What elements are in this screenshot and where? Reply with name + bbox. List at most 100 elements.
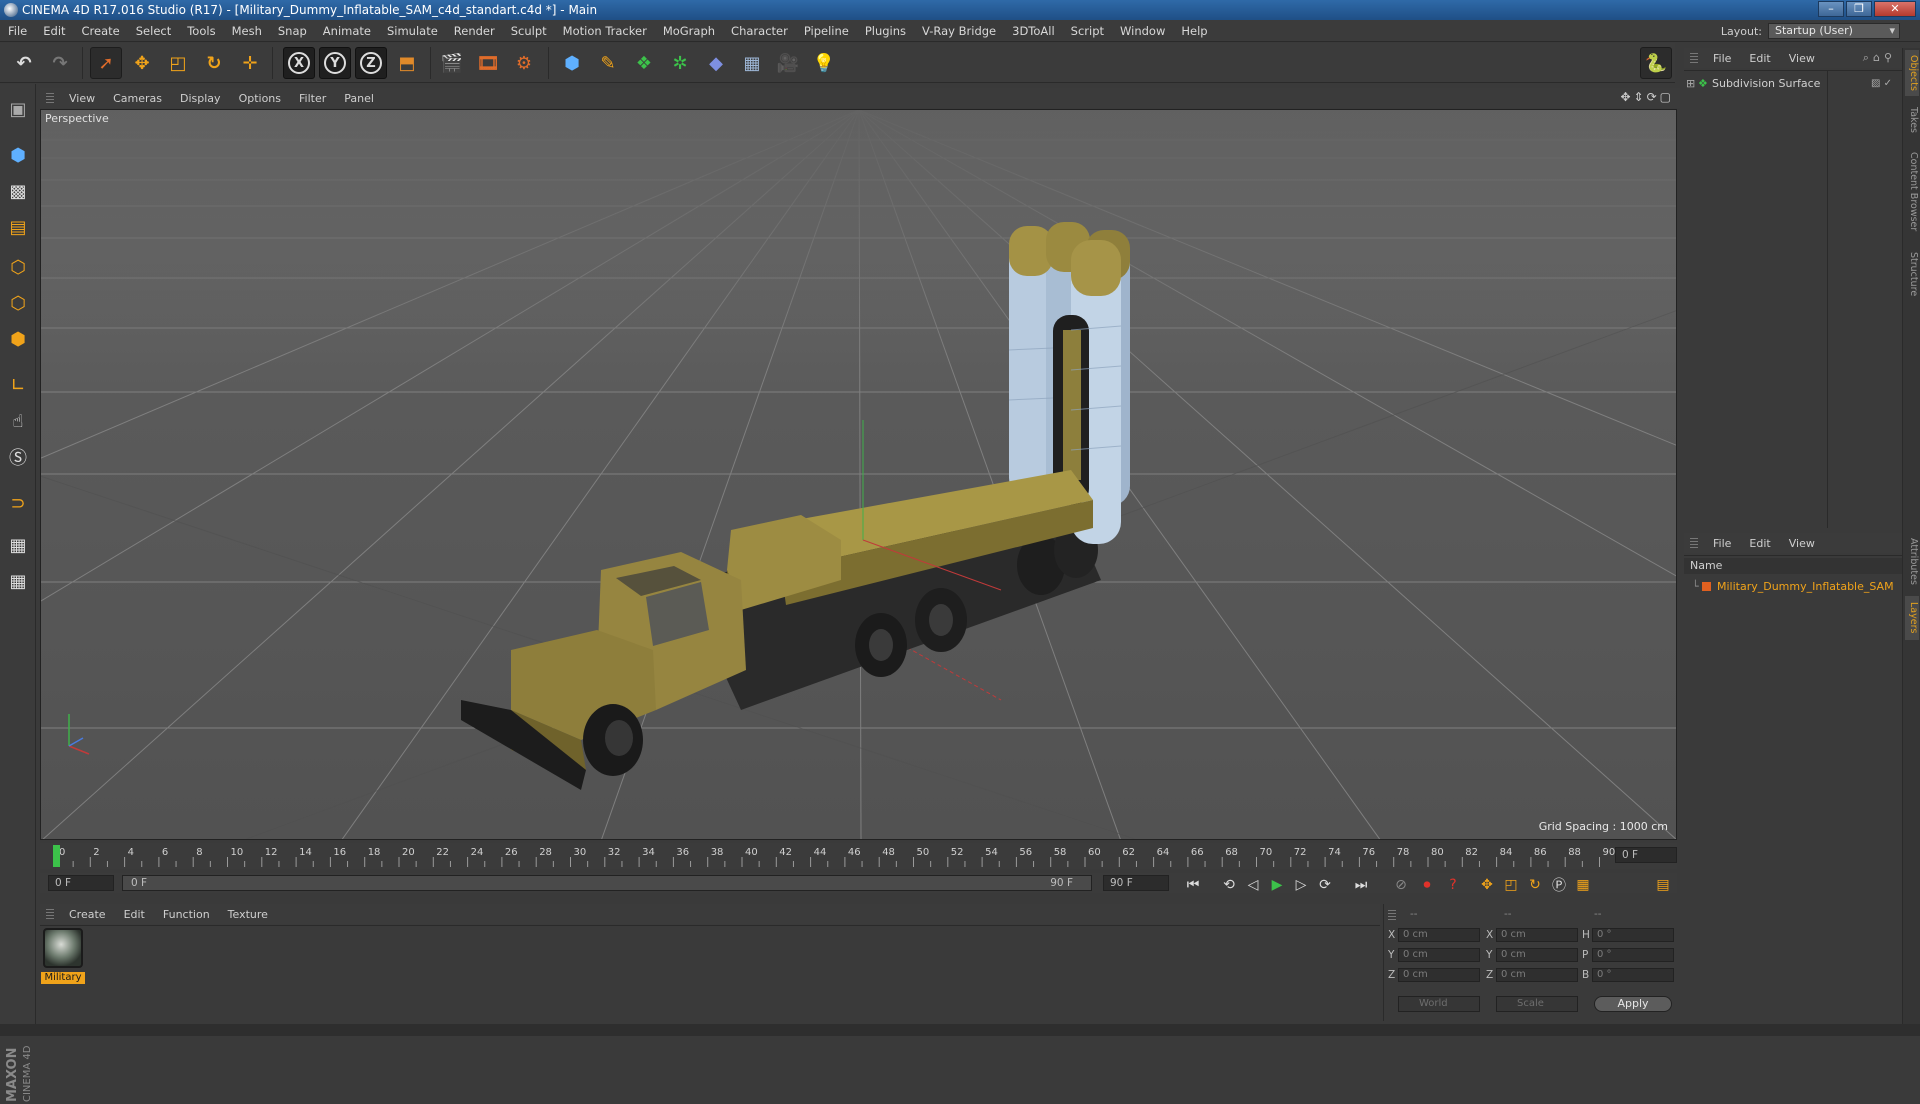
restore-icon[interactable]: ❐ <box>1846 1 1872 17</box>
coordinate-mode-dropdown[interactable]: World <box>1398 996 1480 1012</box>
menu-file[interactable]: File <box>0 24 35 38</box>
tab-structure[interactable]: Structure <box>1905 246 1919 302</box>
viewport-menu-options[interactable]: Options <box>230 92 290 105</box>
frame-range-slider[interactable]: 0 F 90 F <box>122 875 1092 891</box>
next-frame-icon[interactable]: ▷ <box>1290 874 1312 896</box>
layer-color-swatch[interactable] <box>1702 581 1711 591</box>
record-active-objects-icon[interactable]: ⊘ <box>1390 874 1412 896</box>
menu-mograph[interactable]: MoGraph <box>655 24 723 38</box>
apply-button[interactable]: Apply <box>1594 996 1672 1012</box>
magnet-icon[interactable]: ⊃ <box>3 488 33 518</box>
layer-menu-view[interactable]: View <box>1780 537 1824 550</box>
play-icon[interactable]: ▶ <box>1266 874 1288 896</box>
expand-icon[interactable]: ⊞ <box>1686 77 1698 90</box>
record-position-icon[interactable]: ✥ <box>1476 874 1498 896</box>
menu-3dtoall[interactable]: 3DToAll <box>1004 24 1063 38</box>
camera-icon[interactable]: 🎥 <box>772 47 804 79</box>
menu-window[interactable]: Window <box>1112 24 1173 38</box>
texture-mode-icon[interactable]: ▩ <box>3 176 33 206</box>
viewport-menu-filter[interactable]: Filter <box>290 92 335 105</box>
menu-tools[interactable]: Tools <box>179 24 223 38</box>
material-menu-create[interactable]: Create <box>60 908 115 921</box>
edges-mode-icon[interactable]: ⬡ <box>3 288 33 318</box>
object-visibility-checks[interactable]: ▨ ✓ <box>1871 78 1892 89</box>
next-key-icon[interactable]: ⟳ <box>1314 874 1336 896</box>
render-settings-icon[interactable]: ⚙ <box>508 47 540 79</box>
y-axis-lock-icon[interactable]: Y <box>319 47 351 79</box>
snap-icon[interactable]: Ⓢ <box>3 442 33 472</box>
make-editable-icon[interactable]: ▣ <box>3 94 33 124</box>
points-mode-icon[interactable]: ⬡ <box>3 252 33 282</box>
move-icon[interactable]: ✥ <box>126 47 158 79</box>
current-frame-field[interactable]: 0 F <box>1615 847 1677 863</box>
minimize-icon[interactable]: – <box>1818 1 1844 17</box>
viewport-menu-view[interactable]: View <box>60 92 104 105</box>
python-icon[interactable]: 🐍 <box>1640 47 1672 79</box>
go-to-end-icon[interactable]: ⏭ <box>1350 874 1372 896</box>
lock-workplane-icon[interactable]: ▦ <box>3 530 33 560</box>
cube-primitive-icon[interactable]: ⬢ <box>556 47 588 79</box>
coordinate-system-icon[interactable]: ⬒ <box>391 47 423 79</box>
viewport-menu-panel[interactable]: Panel <box>335 92 383 105</box>
menu-pipeline[interactable]: Pipeline <box>796 24 857 38</box>
menu-animate[interactable]: Animate <box>315 24 379 38</box>
material-menu-edit[interactable]: Edit <box>115 908 154 921</box>
planar-workplane-icon[interactable]: ▦ <box>3 566 33 596</box>
array-cloner-icon[interactable]: ✲ <box>664 47 696 79</box>
object-row-subdivision-surface[interactable]: ⊞ ❖ Subdivision Surface ▨ ✓ <box>1686 75 1900 91</box>
deformer-icon[interactable]: ◆ <box>700 47 732 79</box>
layer-menu-file[interactable]: File <box>1704 537 1740 550</box>
layer-menu-edit[interactable]: Edit <box>1740 537 1779 550</box>
timeline-ruler[interactable]: 0 2 4 6 8 10 12 14 16 18 20 22 24 26 28 30 32 34 36 38 40 42 4… <box>40 843 1677 869</box>
axis-mode-icon[interactable]: ∟ <box>3 370 33 400</box>
subdivision-generator-icon[interactable]: ❖ <box>628 47 660 79</box>
size-mode-dropdown[interactable]: Scale <box>1496 996 1578 1012</box>
rotate-icon[interactable]: ↻ <box>198 47 230 79</box>
x-axis-lock-icon[interactable]: X <box>283 47 315 79</box>
menu-create[interactable]: Create <box>74 24 128 38</box>
object-menu-edit[interactable]: Edit <box>1740 52 1779 65</box>
light-icon[interactable]: 💡 <box>808 47 840 79</box>
previous-key-icon[interactable]: ⟲ <box>1218 874 1240 896</box>
size-y-field[interactable]: 0 cm <box>1496 948 1578 962</box>
material-name[interactable]: Military <box>41 972 85 984</box>
tab-content-browser[interactable]: Content Browser <box>1905 144 1919 240</box>
menu-character[interactable]: Character <box>723 24 796 38</box>
autokeying-icon[interactable]: ⏺ <box>1416 874 1438 896</box>
scale-icon[interactable]: ◰ <box>162 47 194 79</box>
rotation-h-field[interactable]: 0 ° <box>1592 928 1674 942</box>
viewport-menu-cameras[interactable]: Cameras <box>104 92 171 105</box>
workplane-mode-icon[interactable]: ▤ <box>3 212 33 242</box>
menu-script[interactable]: Script <box>1063 24 1112 38</box>
go-to-start-icon[interactable]: ⏮ <box>1182 874 1204 896</box>
layout-dropdown[interactable]: Startup (User) <box>1768 23 1900 39</box>
undo-icon[interactable]: ↶ <box>8 47 40 79</box>
position-z-field[interactable]: 0 cm <box>1398 968 1480 982</box>
object-manager-search-icon[interactable]: ⌕⌂⚲ <box>1863 51 1896 65</box>
menu-vray-bridge[interactable]: V-Ray Bridge <box>914 24 1004 38</box>
viewport-navigation-icons[interactable]: ✥⇕⟳▢ <box>1620 90 1674 104</box>
record-parameter-icon[interactable]: Ⓟ <box>1548 874 1570 896</box>
live-selection-icon[interactable]: ➚ <box>90 47 122 79</box>
tab-layers[interactable]: Layers <box>1905 596 1919 640</box>
menu-plugins[interactable]: Plugins <box>857 24 914 38</box>
menu-select[interactable]: Select <box>128 24 179 38</box>
record-rotation-icon[interactable]: ↻ <box>1524 874 1546 896</box>
render-picture-viewer-icon[interactable]: 🎞 <box>472 47 504 79</box>
pen-spline-icon[interactable]: ✎ <box>592 47 624 79</box>
polygons-mode-icon[interactable]: ⬢ <box>3 324 33 354</box>
rotation-p-field[interactable]: 0 ° <box>1592 948 1674 962</box>
menu-motion-tracker[interactable]: Motion Tracker <box>555 24 655 38</box>
menu-mesh[interactable]: Mesh <box>224 24 270 38</box>
tab-attributes[interactable]: Attributes <box>1905 532 1919 590</box>
position-x-field[interactable]: 0 cm <box>1398 928 1480 942</box>
material-thumbnail[interactable] <box>43 928 83 968</box>
start-frame-field[interactable]: 0 F <box>48 875 114 891</box>
size-z-field[interactable]: 0 cm <box>1496 968 1578 982</box>
close-icon[interactable]: ✕ <box>1874 1 1916 17</box>
z-axis-lock-icon[interactable]: Z <box>355 47 387 79</box>
position-y-field[interactable]: 0 cm <box>1398 948 1480 962</box>
previous-frame-icon[interactable]: ◁ <box>1242 874 1264 896</box>
timeline-playhead[interactable] <box>53 845 60 867</box>
model-mode-icon[interactable]: ⬢ <box>3 140 33 170</box>
